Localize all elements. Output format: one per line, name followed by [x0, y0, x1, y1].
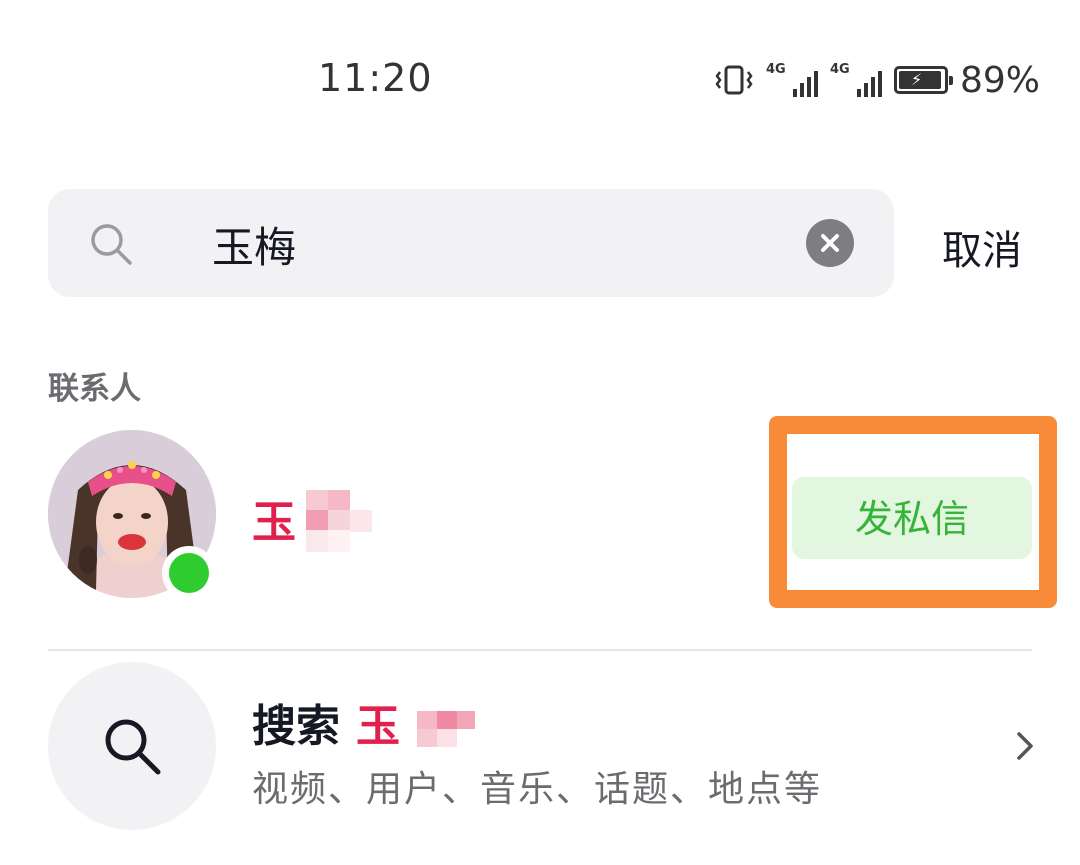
vibrate-icon	[715, 65, 753, 95]
signal-icon: 4G	[830, 63, 882, 97]
suggestion-prefix: 搜索	[252, 701, 340, 752]
online-status-indicator	[162, 546, 216, 600]
pixelated-name-mosaic	[296, 490, 380, 552]
clear-search-button[interactable]	[806, 219, 854, 267]
status-icons: 4G 4G ⚡ 89%	[714, 58, 1040, 102]
search-suggestion-icon-container	[48, 662, 216, 830]
send-message-button[interactable]: 发私信	[792, 477, 1032, 559]
suggestion-title: 搜索 玉	[252, 690, 476, 754]
search-icon	[91, 224, 132, 265]
suggestion-keyword-text: 玉	[356, 701, 400, 752]
contact-name-text: 玉	[252, 497, 296, 548]
search-input[interactable]	[210, 211, 834, 277]
battery-charging-icon: ⚡	[893, 66, 953, 94]
network-type-label: 4G	[765, 62, 786, 77]
divider	[48, 649, 1032, 651]
status-time: 11:20	[318, 56, 433, 100]
signal-icon: 4G	[766, 63, 818, 97]
suggestion-subtitle: 视频、用户、音乐、话题、地点等	[252, 769, 823, 810]
chevron-right-icon[interactable]	[1010, 728, 1040, 764]
network-type-label: 4G	[829, 62, 850, 77]
search-bar[interactable]	[48, 189, 894, 297]
search-icon	[105, 719, 161, 775]
section-title-contacts: 联系人	[48, 371, 141, 407]
suggestion-keyword: 玉	[356, 690, 476, 754]
cancel-button[interactable]: 取消	[942, 218, 1022, 276]
battery-percent: 89%	[959, 59, 1040, 101]
pixelated-keyword-mosaic	[415, 709, 476, 749]
clear-icon	[821, 234, 839, 252]
contact-name[interactable]: 玉	[252, 486, 372, 552]
